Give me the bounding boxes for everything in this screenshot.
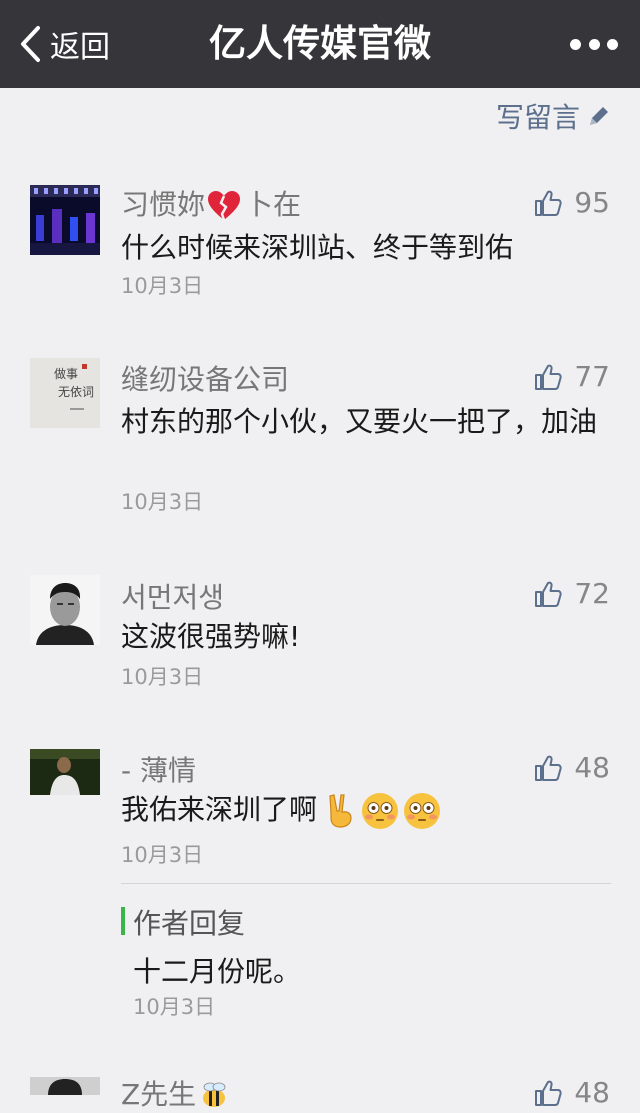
flushed-face-icon: [404, 793, 441, 829]
avatar[interactable]: [30, 185, 100, 255]
write-comment-label: 写留言: [495, 101, 580, 134]
victory-hand-icon: [329, 794, 352, 828]
avatar-text: 做事: [54, 366, 78, 381]
like-button[interactable]: 48: [534, 1076, 610, 1109]
broken-heart-icon: [208, 191, 241, 221]
comment-date: 10月3日: [121, 490, 204, 514]
comment-text: 村东的那个小伙，又要火一把了，加油: [121, 405, 598, 438]
comment-text: 这波很强势嘛!: [121, 620, 301, 653]
write-comment-button[interactable]: 写留言: [496, 96, 612, 136]
comment-author: 缝纫设备公司: [121, 363, 290, 396]
author-reply-text: 十二月份呢。: [133, 955, 302, 988]
comment-author: - 薄情: [121, 754, 197, 787]
thumbs-up-icon: [535, 1080, 562, 1106]
back-button[interactable]: 返回: [18, 22, 110, 66]
like-count: 48: [574, 1076, 610, 1109]
like-button[interactable]: 77: [534, 360, 610, 393]
like-button[interactable]: 95: [534, 186, 610, 219]
like-count: 48: [574, 751, 610, 784]
svg-text:无依词: 无依词: [58, 384, 94, 399]
avatar[interactable]: [30, 1077, 100, 1095]
more-button[interactable]: [570, 30, 618, 58]
more-dot-icon: [570, 38, 581, 50]
like-count: 95: [574, 186, 610, 219]
chevron-left-icon: [21, 26, 40, 62]
avatar[interactable]: [30, 575, 100, 645]
comment-author: 习惯妳 卜在: [121, 183, 301, 223]
thumbs-up-icon: [535, 581, 562, 607]
avatar[interactable]: 做事 无依词: [30, 358, 100, 428]
pencil-icon: [590, 107, 608, 125]
reply-divider: [121, 883, 611, 884]
comment-date: 10月3日: [121, 665, 204, 689]
reply-accent-bar: [121, 907, 125, 935]
avatar[interactable]: [30, 749, 100, 795]
like-count: 77: [574, 360, 610, 393]
bee-icon: [203, 1082, 226, 1107]
comment-date: 10月3日: [121, 843, 204, 867]
comment-text: 我佑来深圳了啊: [121, 790, 611, 830]
thumbs-up-icon: [535, 190, 562, 216]
flushed-face-icon: [362, 793, 399, 829]
more-dot-icon: [607, 38, 618, 50]
thumbs-up-icon: [535, 364, 562, 390]
back-label: 返回: [50, 30, 110, 65]
like-button[interactable]: 48: [534, 751, 610, 784]
author-reply-date: 10月3日: [133, 995, 216, 1019]
comment-author: Z先生: [121, 1073, 228, 1113]
comment-date: 10月3日: [121, 274, 204, 298]
more-dot-icon: [588, 38, 600, 50]
author-reply-label: 作者回复: [133, 907, 246, 940]
like-count: 72: [574, 577, 610, 610]
like-button[interactable]: 72: [534, 577, 610, 610]
nav-bar: 返回 亿人传媒官微: [0, 0, 640, 88]
comment-author: 서먼저생: [121, 581, 225, 614]
comment-text-part: 我佑来深圳了啊: [121, 793, 318, 826]
author-name-part: 卜在: [245, 188, 302, 221]
author-name-part: 习惯妳: [121, 188, 206, 221]
comment-text: 什么时候来深圳站、终于等到佑: [121, 231, 514, 264]
thumbs-up-icon: [535, 755, 562, 781]
